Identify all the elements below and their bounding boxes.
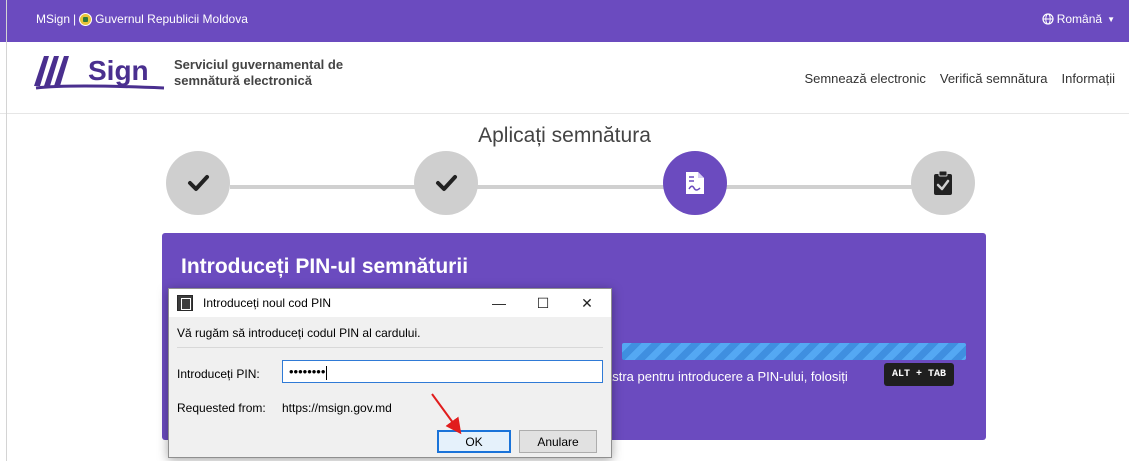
step-2	[414, 151, 478, 215]
dialog-divider	[177, 347, 603, 348]
dialog-message: Vă rugăm să introduceți codul PIN al car…	[177, 326, 421, 340]
pin-card-title: Introduceți PIN-ul semnăturii	[181, 255, 469, 278]
nav-verify[interactable]: Verifică semnătura	[940, 71, 1048, 86]
shortcut-badge: ALT + TAB	[884, 363, 955, 386]
nav-info[interactable]: Informații	[1062, 71, 1115, 86]
main-nav: Semnează electronic Verifică semnătura I…	[804, 71, 1115, 86]
nav-sign[interactable]: Semnează electronic	[804, 71, 925, 86]
check-icon	[188, 175, 209, 191]
government-link[interactable]: Guvernul Republicii Moldova	[95, 12, 248, 26]
pin-dialog: Introduceți noul cod PIN — ☐ ✕ Vă rugăm …	[168, 288, 612, 458]
tagline-line2: semnătură electronică	[174, 73, 313, 88]
site-header: Sign Serviciul guvernamental de semnătur…	[0, 42, 1129, 114]
alt-tab-hint: astra pentru introducere a PIN-ului, fol…	[605, 369, 848, 384]
page-title: Aplicați semnătura	[478, 124, 651, 147]
smartcard-app-icon	[177, 295, 193, 311]
minimize-button[interactable]: —	[477, 291, 521, 315]
top-bar-left: MSign | Guvernul Republicii Moldova	[36, 12, 248, 26]
tagline-line1: Serviciul guvernamental de	[174, 57, 344, 72]
globe-icon	[1042, 13, 1054, 25]
site-tagline: Serviciul guvernamental de semnătură ele…	[174, 57, 343, 89]
text-cursor	[326, 365, 328, 380]
top-bar: MSign | Guvernul Republicii Moldova Româ…	[0, 0, 1129, 42]
msign-logo[interactable]: Sign	[30, 50, 170, 92]
ok-button[interactable]: OK	[437, 430, 511, 453]
brand-link[interactable]: MSign	[36, 12, 70, 26]
document-signature-icon	[686, 172, 704, 194]
cancel-button[interactable]: Anulare	[519, 430, 597, 453]
pin-label: Introduceți PIN:	[177, 367, 260, 381]
language-label: Română	[1056, 12, 1103, 26]
progress-bar	[622, 343, 966, 360]
page: MSign | Guvernul Republicii Moldova Româ…	[0, 0, 1129, 461]
progress-track	[230, 185, 920, 189]
chevron-down-icon: ▼	[1107, 14, 1115, 24]
maximize-button[interactable]: ☐	[521, 291, 565, 315]
step-4	[911, 151, 975, 215]
clipboard-check-icon	[934, 170, 952, 195]
dialog-titlebar[interactable]: Introduceți noul cod PIN — ☐ ✕	[169, 289, 611, 317]
logo-text: Sign	[88, 55, 149, 86]
dialog-title: Introduceți noul cod PIN	[203, 296, 332, 310]
separator: |	[73, 12, 77, 26]
pin-input[interactable]: ••••••••	[282, 360, 603, 383]
step-3	[663, 151, 727, 215]
check-icon	[436, 175, 457, 191]
pin-value: ••••••••	[289, 364, 326, 379]
close-button[interactable]: ✕	[565, 291, 609, 315]
requested-from-label: Requested from:	[177, 401, 266, 415]
step-1	[166, 151, 230, 215]
language-selector[interactable]: Română ▼	[1042, 12, 1115, 26]
coat-of-arms-icon	[79, 12, 93, 26]
requested-from-value: https://msign.gov.md	[282, 401, 392, 415]
